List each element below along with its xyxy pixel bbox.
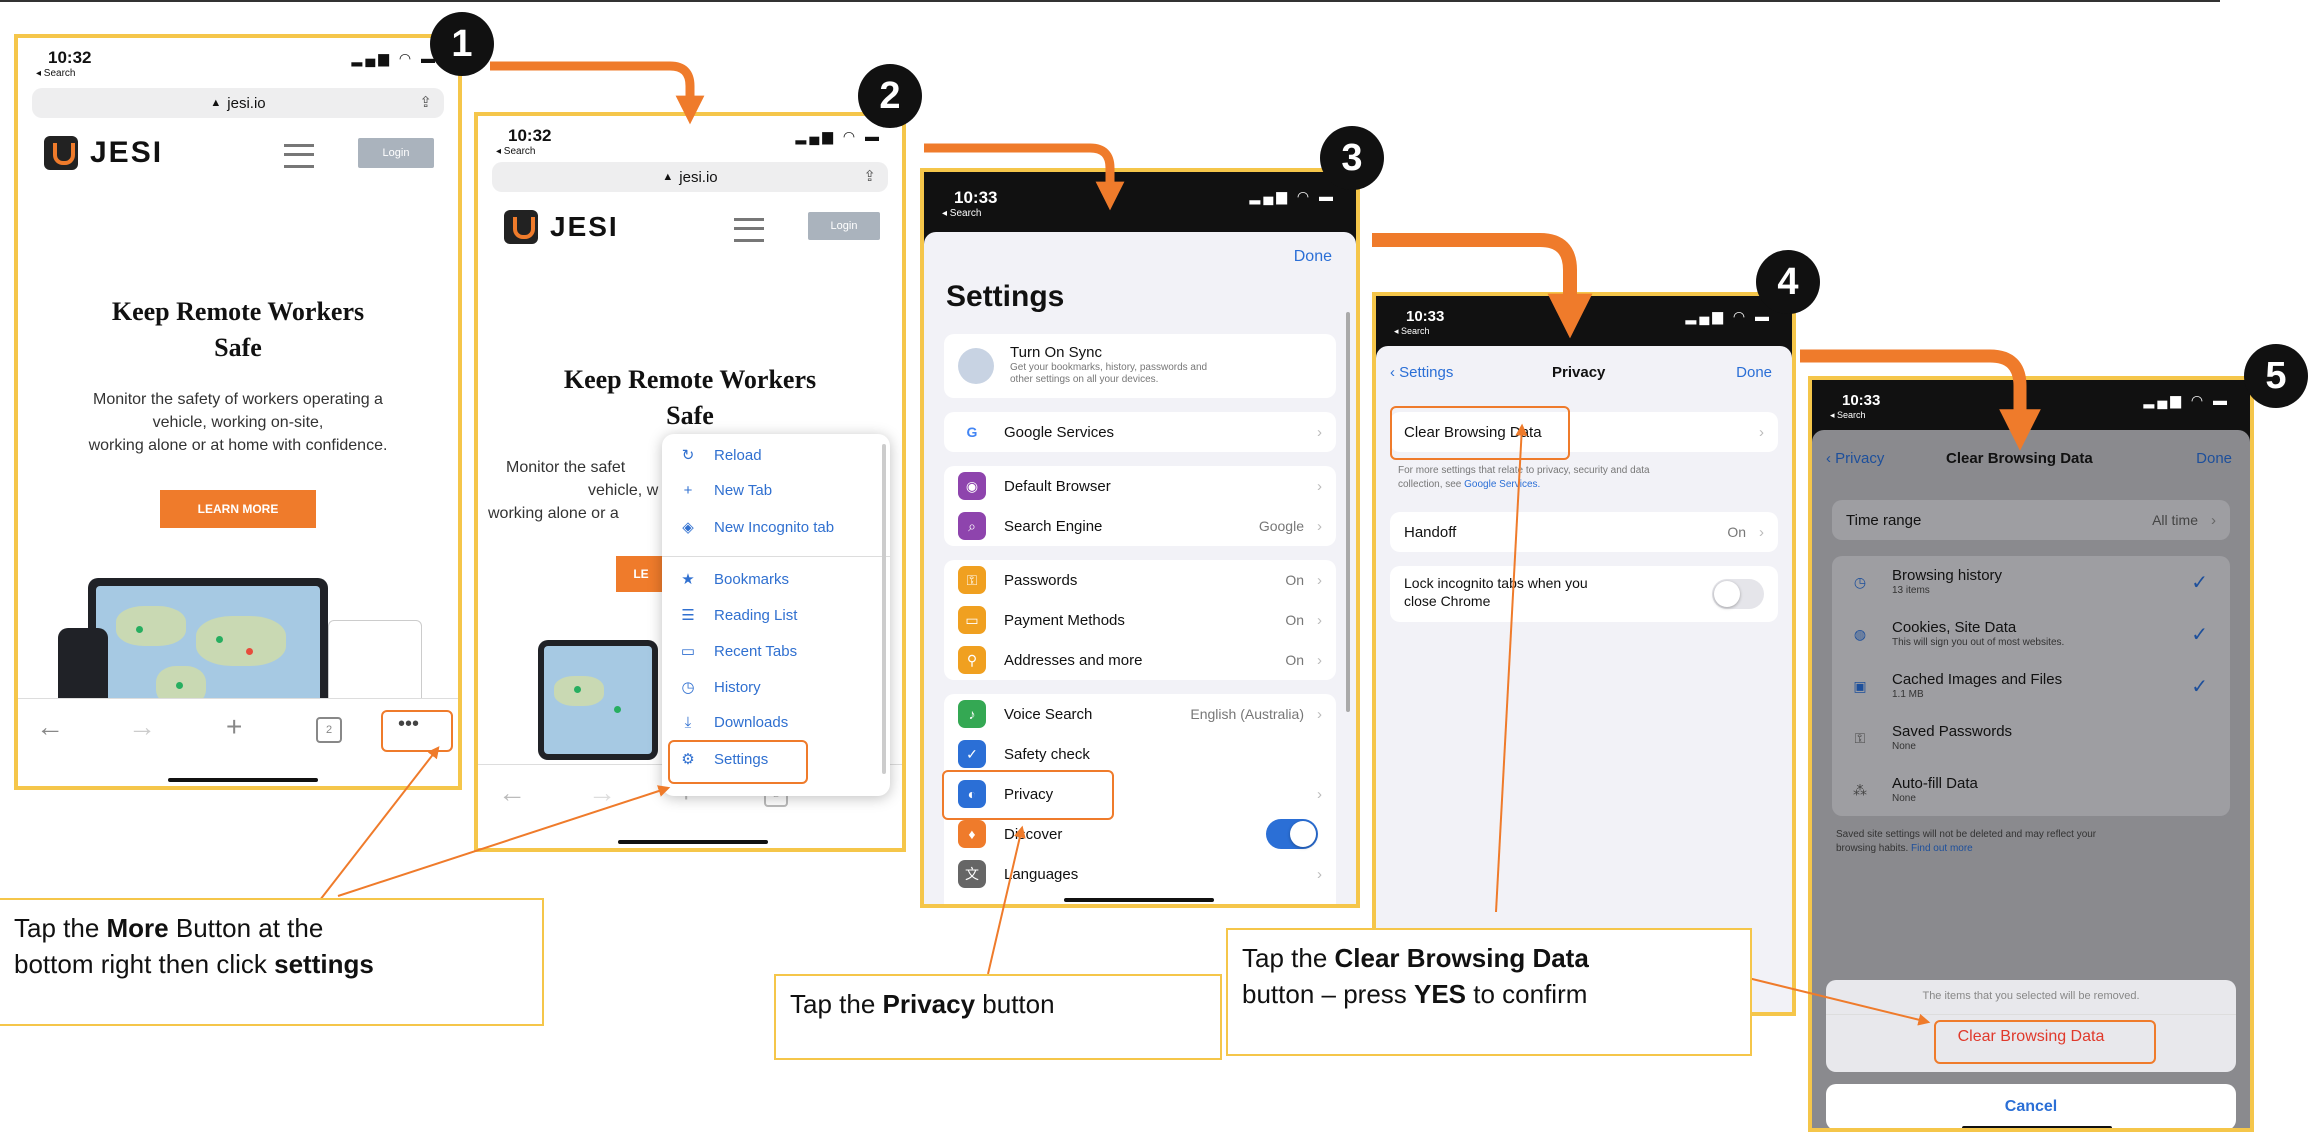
arrow-step-1-to-2 [490,61,705,125]
callout-bold: settings [274,949,374,979]
callout-line-2: bottom right then click settings [14,946,528,982]
pointer-to-settings [337,785,671,897]
pointer-to-clear-browsing-data [1495,423,1528,913]
arrow-step-2-to-3 [924,143,1125,211]
callout-more-settings: Tap the More Button at the bottom right … [0,898,544,1026]
pointer-to-more [319,746,440,901]
callout-clear-browsing-data: Tap the Clear Browsing Data button – pre… [1226,928,1752,1056]
callout-text: button [975,989,1055,1019]
pointer-to-privacy [987,825,1026,975]
callout-text: button – press [1242,979,1414,1009]
callout-text: to confirm [1466,979,1588,1009]
callout-line-1: Tap the More Button at the [14,910,528,946]
arrow-step-4-to-5 [1800,349,2041,451]
callout-privacy: Tap the Privacy button [774,974,1222,1060]
callout-line-1: Tap the Clear Browsing Data [1242,940,1736,976]
callout-text: Tap the [790,989,883,1019]
callout-text: Tap the [1242,943,1335,973]
callout-bold: Clear Browsing Data [1334,943,1589,973]
callout-bold: Privacy [882,989,976,1019]
callout-text: bottom right then click [14,949,275,979]
callout-bold: More [106,913,169,943]
callout-text: Tap the [14,913,107,943]
callout-bold: YES [1414,979,1467,1009]
pointer-to-confirm [1739,975,1931,1026]
callout-text: Button at the [168,913,324,943]
arrow-step-3-to-4 [1372,233,1593,339]
callout-line-2: button – press YES to confirm [1242,976,1736,1012]
